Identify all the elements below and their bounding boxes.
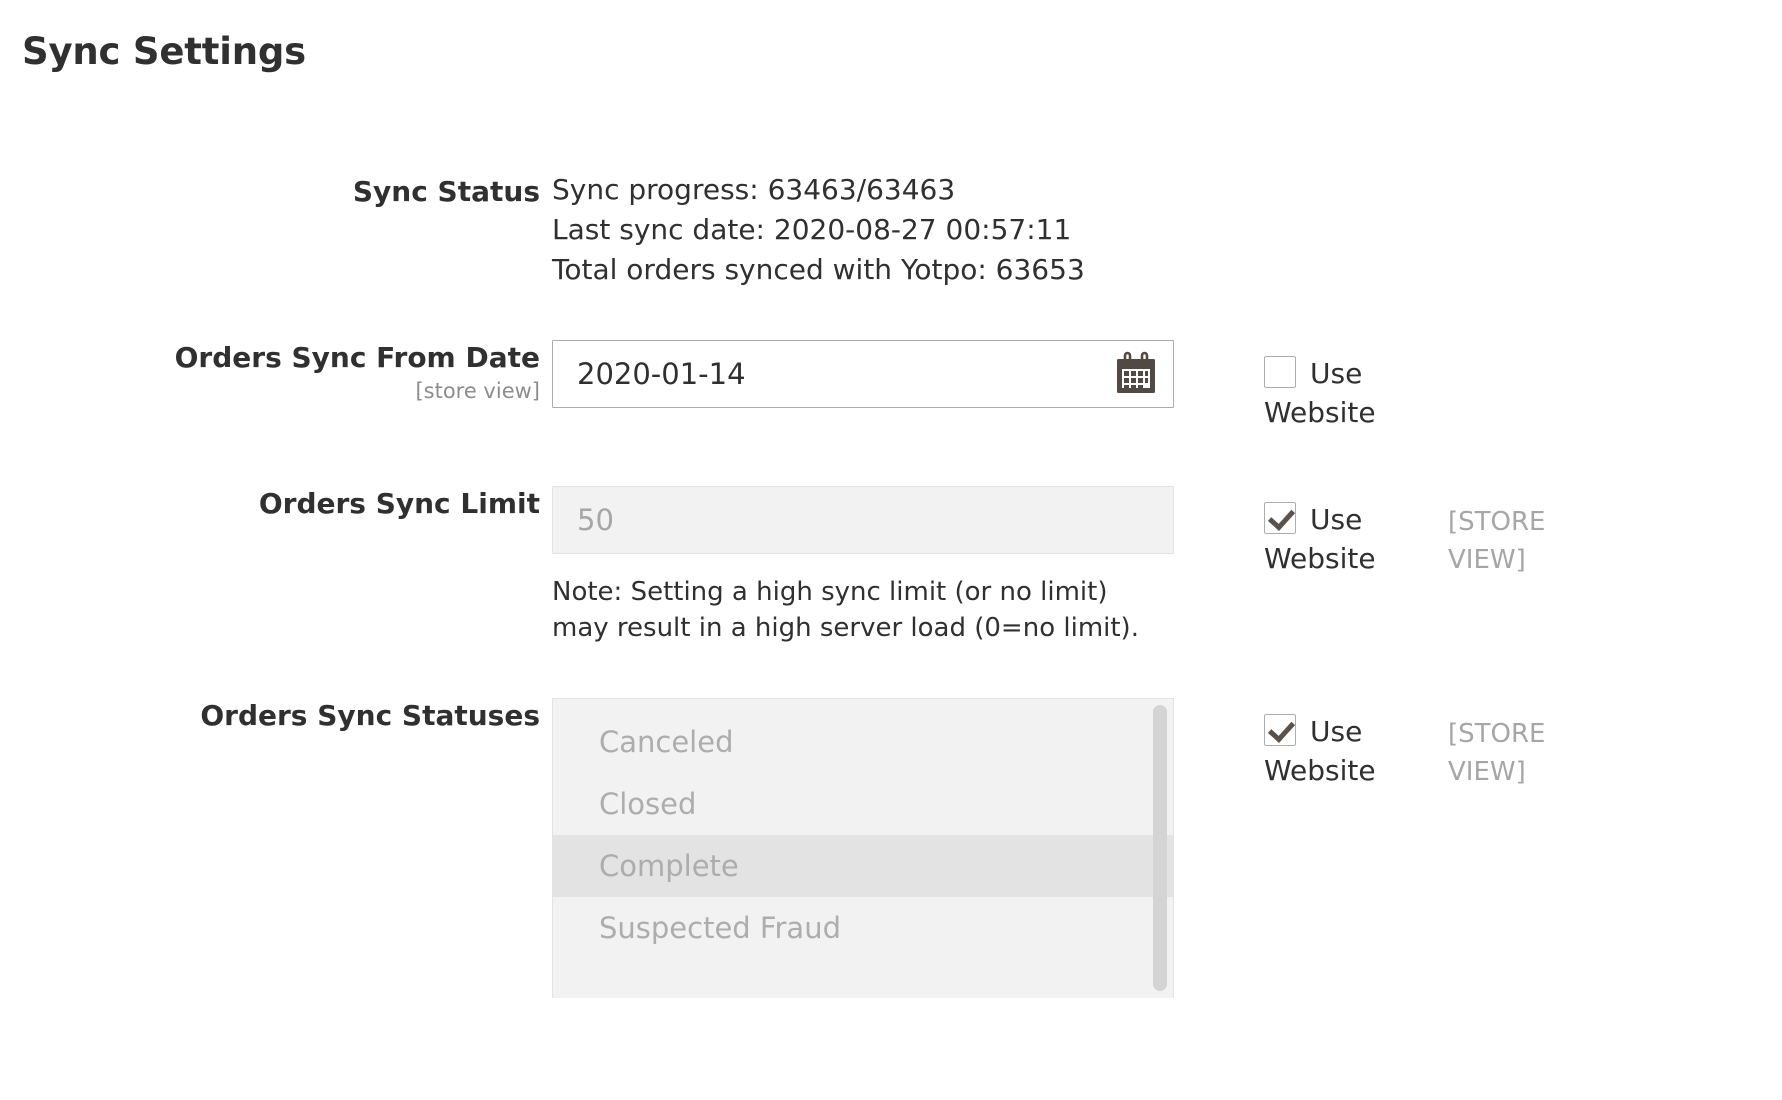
orders-sync-limit-note: Note: Setting a high sync limit (or no l… — [552, 577, 1139, 644]
sync-progress-text: Sync progress: 63463/63463 — [552, 173, 956, 206]
last-sync-date-text: Last sync date: 2020-08-27 00:57:11 — [552, 212, 1072, 246]
orders-sync-statuses-control: Canceled Closed Complete Suspected Fraud — [552, 698, 1176, 998]
use-website-checkbox[interactable] — [1264, 502, 1296, 534]
orders-sync-from-date-scope: [store view] — [415, 378, 540, 403]
orders-sync-statuses-use-website[interactable]: Use Website — [1264, 712, 1439, 790]
orders-sync-statuses-options: Canceled Closed Complete Suspected Fraud — [553, 711, 1173, 959]
orders-sync-limit-inherit: Use Website — [1264, 500, 1444, 578]
orders-sync-limit-use-website[interactable]: Use Website — [1264, 500, 1439, 578]
orders-sync-limit-control: 50 Note: Setting a high sync limit (or n… — [552, 486, 1176, 647]
sync-settings-page: Sync Settings Sync Status Sync progress:… — [0, 0, 1782, 1100]
use-website-checkbox[interactable] — [1264, 714, 1296, 746]
list-item[interactable]: Closed — [553, 773, 1173, 835]
list-item[interactable]: Complete — [553, 835, 1173, 897]
orders-sync-from-date-label-text: Orders Sync From Date — [174, 341, 540, 374]
orders-sync-from-date-input[interactable]: 2020-01-14 — [552, 340, 1174, 408]
orders-sync-limit-input: 50 — [552, 486, 1174, 554]
sync-status-value: Sync progress: 63463/63463 Last sync dat… — [552, 170, 1176, 289]
orders-sync-limit-label: Orders Sync Limit — [258, 487, 540, 520]
page-title: Sync Settings — [22, 30, 306, 73]
orders-sync-from-date-use-website[interactable]: Use Website — [1264, 354, 1439, 432]
orders-sync-limit-value: 50 — [577, 503, 614, 537]
orders-sync-statuses-scope-tag: [STORE VIEW] — [1448, 719, 1546, 787]
listbox-scrollbar[interactable] — [1153, 703, 1167, 998]
orders-sync-statuses-label: Orders Sync Statuses — [200, 699, 540, 732]
orders-sync-from-date-inherit: Use Website — [1264, 354, 1444, 432]
orders-sync-from-date-value: 2020-01-14 — [577, 357, 746, 391]
use-website-checkbox[interactable] — [1264, 356, 1296, 388]
list-item[interactable]: Canceled — [553, 711, 1173, 773]
orders-sync-from-date-label: Orders Sync From Date [store view] — [0, 340, 540, 405]
orders-sync-statuses-listbox[interactable]: Canceled Closed Complete Suspected Fraud — [552, 698, 1174, 998]
list-item[interactable]: Suspected Fraud — [553, 897, 1173, 959]
total-orders-synced-text: Total orders synced with Yotpo: 63653 — [552, 252, 1085, 286]
orders-sync-statuses-inherit: Use Website — [1264, 712, 1444, 790]
orders-sync-limit-scope-tag: [STORE VIEW] — [1448, 507, 1546, 575]
orders-sync-from-date-control: 2020-01-14 — [552, 340, 1176, 408]
sync-status-label: Sync Status — [352, 175, 540, 208]
listbox-scrollbar-thumb[interactable] — [1153, 705, 1167, 991]
calendar-icon[interactable] — [1113, 351, 1159, 397]
